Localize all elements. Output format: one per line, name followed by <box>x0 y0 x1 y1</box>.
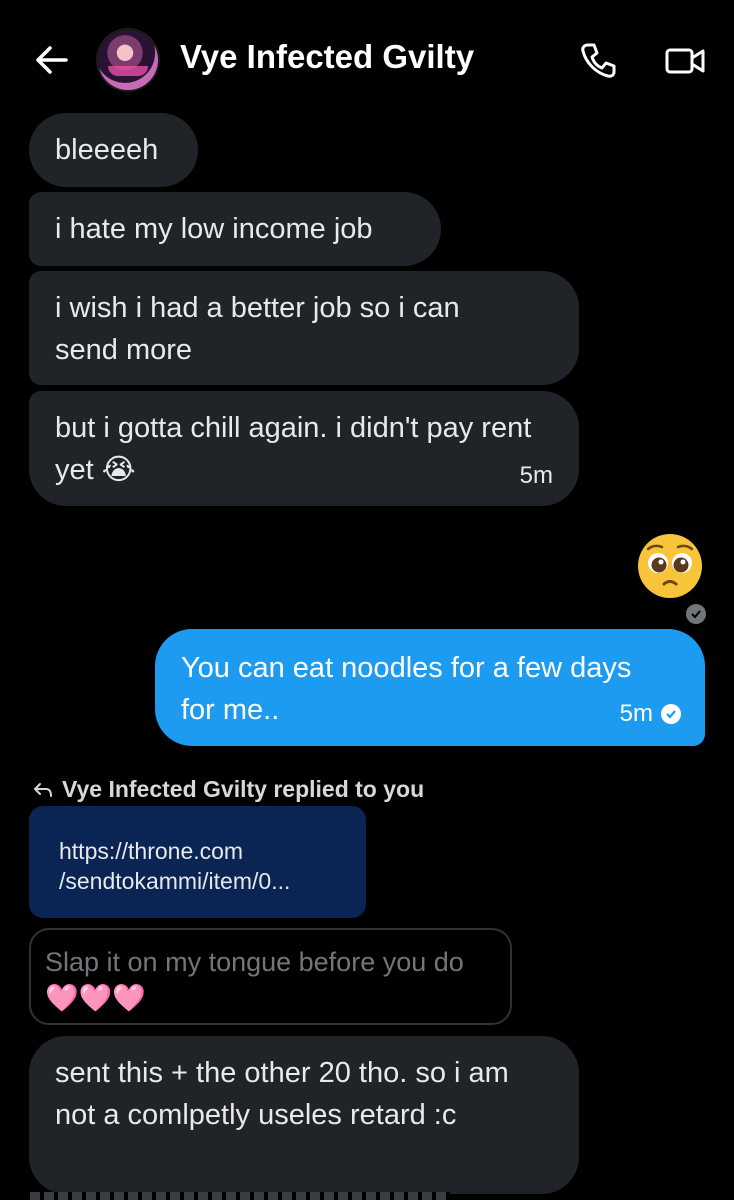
link-card[interactable]: https://throne.com /sendtokammi/item/0..… <box>29 806 366 918</box>
message-text: You can eat noodles for a few days for m… <box>181 652 632 726</box>
reply-arrow-icon <box>34 782 52 797</box>
link-url-line: /sendtokammi/item/0... <box>59 868 291 894</box>
partially-visible-message <box>30 1192 450 1200</box>
link-url-line: https://throne.com <box>59 838 244 864</box>
quoted-text: Slap it on my tongue before you do 🩷🩷🩷 <box>45 947 464 1013</box>
timestamp-text: 5m <box>619 700 653 727</box>
message-text: sent this + the other 20 tho. so i am no… <box>55 1057 509 1131</box>
outgoing-message[interactable]: You can eat noodles for a few days for m… <box>155 629 705 746</box>
quoted-message[interactable]: Slap it on my tongue before you do 🩷🩷🩷 <box>29 928 512 1025</box>
avatar[interactable] <box>98 30 158 90</box>
video-call-button[interactable] <box>664 42 706 80</box>
message-timestamp: 5m <box>620 700 681 728</box>
video-camera-icon <box>665 48 705 74</box>
incoming-message[interactable]: i hate my low income job <box>29 192 441 266</box>
pleading-face-emoji[interactable] <box>636 532 704 600</box>
message-text: but i gotta chill again. i didn't pay re… <box>55 412 532 486</box>
incoming-message[interactable]: sent this + the other 20 tho. so i am no… <box>29 1036 579 1194</box>
phone-icon <box>581 43 616 78</box>
message-text: i hate my low income job <box>55 213 373 245</box>
arrow-left-icon <box>36 46 68 74</box>
seen-check-icon <box>686 604 706 624</box>
incoming-message[interactable]: bleeeeh <box>29 113 198 187</box>
incoming-message[interactable]: but i gotta chill again. i didn't pay re… <box>29 391 579 506</box>
reply-label: Vye Infected Gvilty replied to you <box>62 776 425 802</box>
message-text: i wish i had a better job so i can send … <box>55 292 460 366</box>
back-button[interactable] <box>30 40 74 80</box>
sent-check-icon <box>661 704 681 724</box>
page-title[interactable]: Vye Infected Gvilty <box>180 38 474 76</box>
chat-header: Vye Infected Gvilty <box>0 0 734 118</box>
message-text: bleeeeh <box>55 134 159 166</box>
call-button[interactable] <box>578 40 618 80</box>
incoming-message[interactable]: i wish i had a better job so i can send … <box>29 271 579 385</box>
message-timestamp: 5m <box>519 462 553 489</box>
reply-indicator: Vye Infected Gvilty replied to you <box>32 776 424 803</box>
